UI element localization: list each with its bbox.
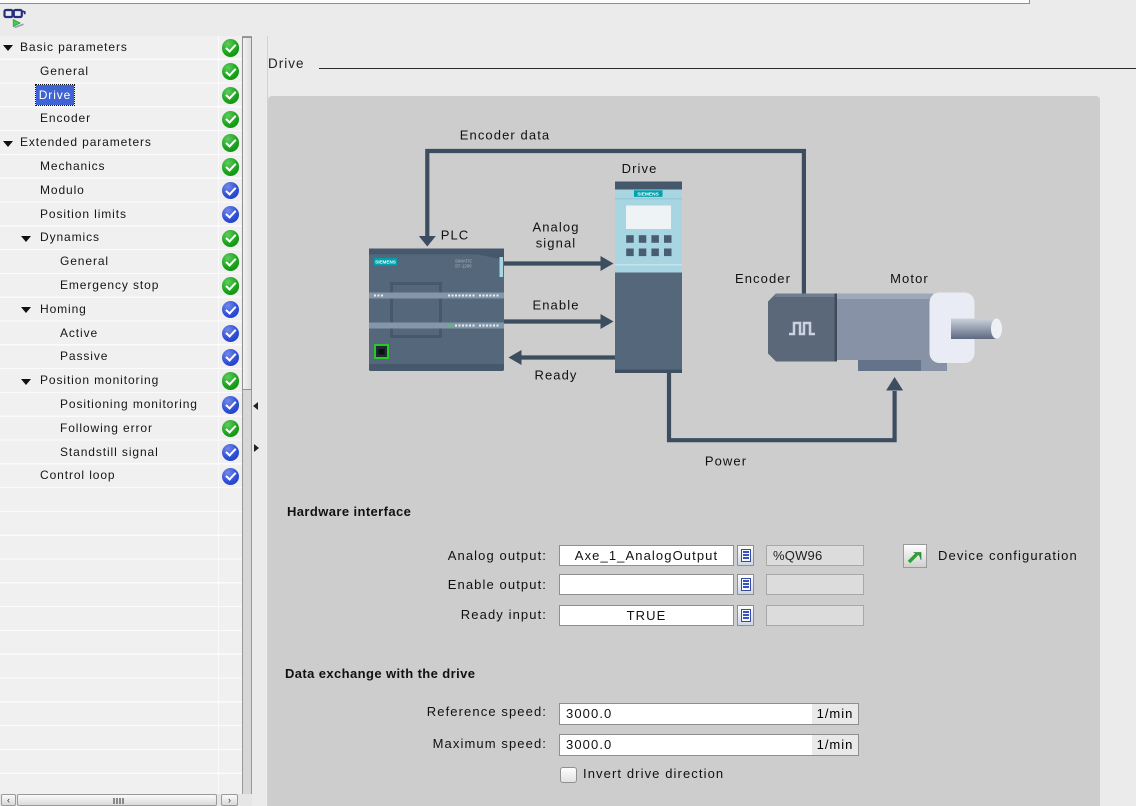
svg-text:SIEMENS: SIEMENS — [375, 260, 396, 265]
svg-text:signal: signal — [536, 236, 577, 251]
svg-text:Encoder: Encoder — [735, 271, 791, 286]
svg-text:PLC: PLC — [441, 228, 470, 243]
svg-text:Ready: Ready — [534, 368, 577, 383]
svg-text:Enable: Enable — [532, 298, 579, 313]
svg-text:S7-1200: S7-1200 — [455, 264, 472, 269]
svg-text:Encoder data: Encoder data — [460, 128, 551, 143]
svg-text:Power: Power — [705, 454, 747, 469]
svg-text:SIEMENS: SIEMENS — [637, 192, 659, 198]
svg-text:Drive: Drive — [622, 161, 658, 176]
svg-text:Motor: Motor — [890, 271, 929, 286]
svg-text:Analog: Analog — [532, 220, 579, 235]
